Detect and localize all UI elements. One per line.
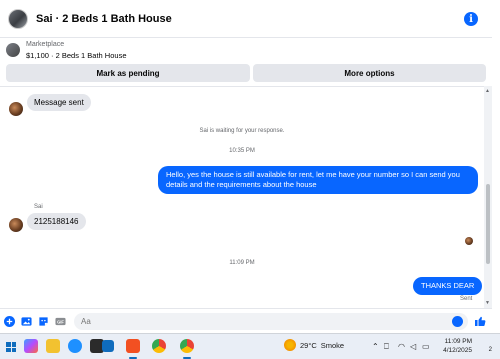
chat-title[interactable]: Sai · 2 Beds 1 Bath House: [36, 13, 172, 25]
message-input[interactable]: [74, 313, 468, 330]
scroll-up-arrow-icon[interactable]: ▲: [485, 88, 490, 94]
copilot-icon[interactable]: [24, 339, 38, 353]
windows-taskbar: 29°C Smoke ⌃ ⎕ ◠ ◁ ▭ 11:09 PM 4/12/2025 …: [0, 333, 500, 359]
wifi-icon[interactable]: ◠: [398, 342, 405, 351]
message-bubble-outgoing[interactable]: Hello, yes the house is still available …: [158, 166, 478, 194]
sticker-icon[interactable]: [38, 316, 49, 327]
marketplace-panel: Marketplace $1,100 · 2 Beds 1 Bath House…: [0, 38, 492, 86]
waiting-notice: Sai is waiting for your response.: [199, 128, 285, 134]
sender-name: Sai: [34, 204, 43, 210]
system-clock[interactable]: 11:09 PM 4/12/2025: [436, 337, 472, 355]
chat-header: Sai · 2 Beds 1 Bath House i: [0, 0, 492, 38]
sender-avatar[interactable]: [9, 102, 23, 116]
input-method-icon[interactable]: ⎕: [384, 342, 389, 352]
edge-browser-icon[interactable]: [68, 339, 82, 353]
conversation-scrollbar[interactable]: ▲ ▼: [484, 86, 492, 308]
scroll-down-arrow-icon[interactable]: ▼: [485, 300, 490, 306]
notification-count: 2: [488, 347, 492, 353]
listing-avatar[interactable]: [8, 8, 28, 29]
message-bubble-incoming[interactable]: Message sent: [27, 94, 91, 111]
scroll-thumb[interactable]: [486, 184, 490, 264]
thumbs-up-icon[interactable]: [474, 315, 486, 327]
marketplace-label: Marketplace: [26, 41, 65, 48]
read-receipt-avatar: [465, 237, 473, 245]
gif-icon[interactable]: GIF: [55, 316, 66, 327]
sent-status: Sent: [460, 296, 473, 302]
app-icon[interactable]: [126, 339, 140, 353]
battery-icon[interactable]: ▭: [422, 342, 430, 351]
timestamp: 11:09 PM: [229, 260, 255, 266]
windows-start-icon[interactable]: [6, 342, 16, 352]
chrome-icon[interactable]: [180, 339, 194, 353]
notification-bell-icon[interactable]: 2: [478, 340, 492, 353]
clock-date: 4/12/2025: [443, 347, 472, 354]
message-bubble-incoming[interactable]: 2125188146: [27, 213, 86, 230]
emoji-icon[interactable]: [452, 316, 463, 327]
listing-summary[interactable]: $1,100 · 2 Beds 1 Bath House: [26, 51, 127, 60]
sun-haze-icon: [284, 339, 296, 351]
temperature: 29°C: [300, 340, 317, 350]
listing-thumbnail[interactable]: [6, 43, 20, 57]
plus-circle-icon[interactable]: [4, 316, 15, 327]
file-explorer-icon[interactable]: [46, 339, 60, 353]
conversation-area[interactable]: Message sent Sai is waiting for your res…: [0, 86, 484, 308]
speaker-icon[interactable]: ◁: [410, 342, 416, 351]
svg-text:GIF: GIF: [57, 319, 64, 324]
message-bubble-outgoing[interactable]: THANKS DEAR: [413, 277, 483, 295]
timestamp: 10:35 PM: [229, 148, 255, 154]
chrome-icon[interactable]: [152, 339, 166, 353]
info-icon[interactable]: i: [464, 12, 478, 26]
outlook-icon[interactable]: [102, 340, 114, 352]
sender-avatar[interactable]: [9, 218, 23, 232]
more-options-button[interactable]: More options: [253, 64, 486, 82]
clock-time: 11:09 PM: [444, 338, 472, 345]
mark-as-pending-button[interactable]: Mark as pending: [6, 64, 250, 82]
message-composer: GIF: [0, 308, 492, 333]
weather-widget[interactable]: 29°C Smoke: [284, 339, 344, 351]
image-icon[interactable]: [21, 316, 32, 327]
weather-condition: Smoke: [320, 340, 345, 350]
chevron-up-icon[interactable]: ⌃: [372, 342, 379, 351]
